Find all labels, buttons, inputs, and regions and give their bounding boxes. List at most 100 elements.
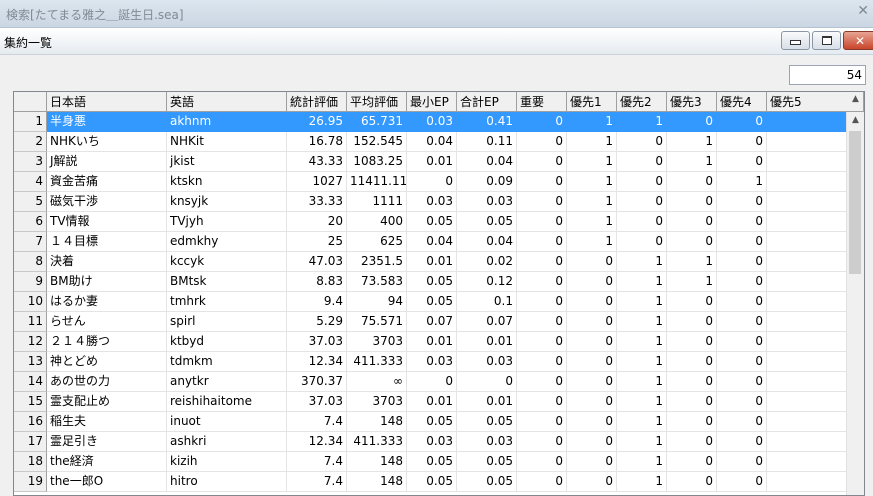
table-cell[interactable]: 0 <box>517 292 567 312</box>
table-cell[interactable]: kccyk <box>167 252 287 272</box>
table-cell[interactable]: 0.03 <box>407 352 457 372</box>
table-cell[interactable]: 33.33 <box>287 192 347 212</box>
table-cell[interactable]: 37.03 <box>287 392 347 412</box>
table-cell[interactable]: hitro <box>167 472 287 492</box>
table-cell[interactable]: 0 <box>517 192 567 212</box>
table-cell[interactable]: 1 <box>567 132 617 152</box>
table-cell[interactable]: 1 <box>617 472 667 492</box>
table-cell[interactable]: 0 <box>717 152 767 172</box>
table-cell[interactable]: １４目標 <box>47 232 167 252</box>
table-cell[interactable]: 0 <box>567 292 617 312</box>
table-cell[interactable]: NHKit <box>167 132 287 152</box>
table-cell[interactable]: 0 <box>407 172 457 192</box>
table-cell[interactable]: 0 <box>567 472 617 492</box>
table-cell[interactable]: はるか妻 <box>47 292 167 312</box>
table-cell[interactable]: 47.03 <box>287 252 347 272</box>
table-cell[interactable]: 8.83 <box>287 272 347 292</box>
table-cell[interactable]: 0 <box>667 212 717 232</box>
table-cell[interactable]: 0.41 <box>457 112 517 132</box>
minimize-button[interactable] <box>781 31 810 50</box>
table-cell[interactable]: inuot <box>167 412 287 432</box>
table-cell[interactable]: 26.95 <box>287 112 347 132</box>
table-row[interactable]: 16稲生夫inuot7.41480.050.05001000 <box>14 412 864 432</box>
table-cell[interactable]: 0 <box>567 352 617 372</box>
table-cell[interactable]: 1 <box>617 432 667 452</box>
table-cell[interactable]: 0 <box>717 352 767 372</box>
table-cell[interactable]: 411.333 <box>347 432 407 452</box>
table-cell[interactable]: 152.545 <box>347 132 407 152</box>
table-cell[interactable]: 0.01 <box>407 152 457 172</box>
table-cell[interactable]: 0 <box>667 452 717 472</box>
table-cell[interactable]: tmhrk <box>167 292 287 312</box>
column-header[interactable]: 統計評価 <box>287 92 347 112</box>
table-cell[interactable]: 0 <box>517 412 567 432</box>
table-cell[interactable]: 0 <box>717 392 767 412</box>
table-cell[interactable]: 0.04 <box>457 232 517 252</box>
table-cell[interactable]: 0 <box>517 452 567 472</box>
table-cell[interactable]: kizih <box>167 452 287 472</box>
header-scroll-up-icon[interactable]: ▲ <box>847 94 864 110</box>
table-cell[interactable]: 0.03 <box>407 112 457 132</box>
table-cell[interactable]: 0 <box>567 452 617 472</box>
table-cell[interactable]: 0.05 <box>407 452 457 472</box>
table-cell[interactable]: 625 <box>347 232 407 252</box>
table-cell[interactable]: 0 <box>517 112 567 132</box>
table-cell[interactable]: 1 <box>617 292 667 312</box>
outer-close-icon[interactable]: ✕ <box>857 3 869 19</box>
table-cell[interactable]: 16.78 <box>287 132 347 152</box>
column-header[interactable]: 最小EP <box>407 92 457 112</box>
table-row[interactable]: 6TV情報TVjyh204000.050.05010000 <box>14 212 864 232</box>
table-cell[interactable]: 0 <box>667 412 717 432</box>
table-cell[interactable]: TVjyh <box>167 212 287 232</box>
table-cell[interactable]: 12.34 <box>287 432 347 452</box>
table-cell[interactable]: 0 <box>567 312 617 332</box>
table-cell[interactable]: 148 <box>347 452 407 472</box>
close-button[interactable]: ✕ <box>843 31 873 50</box>
table-cell[interactable]: 1 <box>617 272 667 292</box>
table-cell[interactable]: anytkr <box>167 372 287 392</box>
table-cell[interactable]: 37.03 <box>287 332 347 352</box>
table-cell[interactable]: 0.05 <box>407 292 457 312</box>
table-cell[interactable]: 0 <box>667 232 717 252</box>
table-row[interactable]: 18the経済kizih7.41480.050.05001000 <box>14 452 864 472</box>
table-cell[interactable]: 0 <box>667 312 717 332</box>
table-cell[interactable]: 0.01 <box>407 332 457 352</box>
table-cell[interactable]: 0.05 <box>407 212 457 232</box>
table-cell[interactable]: 0.07 <box>407 312 457 332</box>
table-cell[interactable]: 370.37 <box>287 372 347 392</box>
table-cell[interactable]: 0.05 <box>407 472 457 492</box>
table-row[interactable]: 9BM助けBMtsk8.8373.5830.050.12001100 <box>14 272 864 292</box>
table-cell[interactable]: 1 <box>567 232 617 252</box>
table-cell[interactable]: 0.05 <box>407 412 457 432</box>
table-cell[interactable]: 0 <box>717 412 767 432</box>
table-cell[interactable]: 1 <box>567 212 617 232</box>
table-cell[interactable]: 半身悪 <box>47 112 167 132</box>
column-header[interactable]: 優先4 <box>717 92 767 112</box>
table-row[interactable]: 14あの世の力anytkr370.37∞00001000 <box>14 372 864 392</box>
table-cell[interactable]: 0 <box>717 192 767 212</box>
table-cell[interactable]: 0 <box>717 132 767 152</box>
table-row[interactable]: 8決着kccyk47.032351.50.010.02001100 <box>14 252 864 272</box>
table-cell[interactable]: 0 <box>667 352 717 372</box>
table-cell[interactable]: 75.571 <box>347 312 407 332</box>
table-cell[interactable]: the一郎O <box>47 472 167 492</box>
table-cell[interactable]: 9.4 <box>287 292 347 312</box>
table-cell[interactable]: 0 <box>717 112 767 132</box>
table-cell[interactable]: 0 <box>517 312 567 332</box>
table-cell[interactable]: 0 <box>667 112 717 132</box>
table-cell[interactable]: 1 <box>617 332 667 352</box>
table-cell[interactable]: ktskn <box>167 172 287 192</box>
table-cell[interactable]: 0 <box>617 232 667 252</box>
table-cell[interactable]: 0 <box>407 372 457 392</box>
table-cell[interactable]: 5.29 <box>287 312 347 332</box>
column-header[interactable]: 優先1 <box>567 92 617 112</box>
table-cell[interactable]: ashkri <box>167 432 287 452</box>
table-cell[interactable]: 25 <box>287 232 347 252</box>
table-cell[interactable]: 1 <box>567 192 617 212</box>
table-cell[interactable]: 霊支配止め <box>47 392 167 412</box>
table-row[interactable]: 4資金苦痛ktskn102711411.11100.09010010 <box>14 172 864 192</box>
table-cell[interactable]: 0 <box>517 332 567 352</box>
table-row[interactable]: 13神とどめtdmkm12.34411.3330.030.03001000 <box>14 352 864 372</box>
table-cell[interactable]: 1111 <box>347 192 407 212</box>
table-cell[interactable]: 7.4 <box>287 452 347 472</box>
